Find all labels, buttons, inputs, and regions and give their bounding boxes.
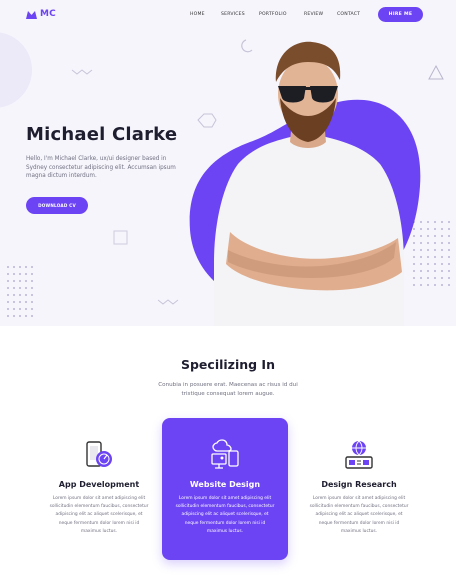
download-cv-button[interactable]: DOWNLOAD CV (26, 197, 88, 214)
service-description: Lorem ipsum dolor sit amet adipiscing el… (309, 496, 409, 534)
nav-item-contact[interactable]: CONTACT (337, 12, 360, 17)
nav-item-portfolio[interactable]: PORTFOLIO (259, 12, 287, 17)
nav-item-home[interactable]: HOME (190, 12, 205, 17)
service-title: Design Research (321, 480, 397, 489)
service-description: Lorem ipsum dolor sit amet adipiscing el… (49, 496, 149, 534)
mobile-gauge-icon (86, 441, 112, 467)
globe-toolbox-icon (345, 440, 373, 469)
cloud-monitor-icon (211, 439, 239, 469)
service-card-website-design[interactable]: Website Design Lorem ipsum dolor sit ame… (162, 418, 288, 560)
nav-item-services[interactable]: SERVICES (221, 12, 245, 17)
service-card-design-research[interactable]: Design Research Lorem ipsum dolor sit am… (296, 418, 422, 560)
service-description: Lorem ipsum dolor sit amet adipiscing el… (175, 496, 275, 534)
section-title: Specilizing In (180, 357, 275, 372)
top-navigation: MC HOME SERVICES PORTFOLIO REVIEW CONTAC… (0, 0, 456, 30)
hero-section: MC HOME SERVICES PORTFOLIO REVIEW CONTAC… (0, 0, 456, 326)
service-title: App Development (58, 480, 140, 489)
hire-me-button[interactable]: HIRE ME (378, 7, 423, 22)
hero-name: Michael Clarke (26, 124, 178, 145)
service-title: Website Design (189, 480, 261, 489)
service-card-app-development[interactable]: App Development Lorem ipsum dolor sit am… (36, 418, 162, 560)
profile-photo (214, 41, 404, 326)
nav-item-review[interactable]: REVIEW (304, 12, 323, 17)
section-subtitle: Conubia in posuere erat. Maecenas ac ris… (158, 382, 298, 397)
hero-description: Hello, I'm Michael Clarke, ux/ui designe… (26, 156, 176, 180)
